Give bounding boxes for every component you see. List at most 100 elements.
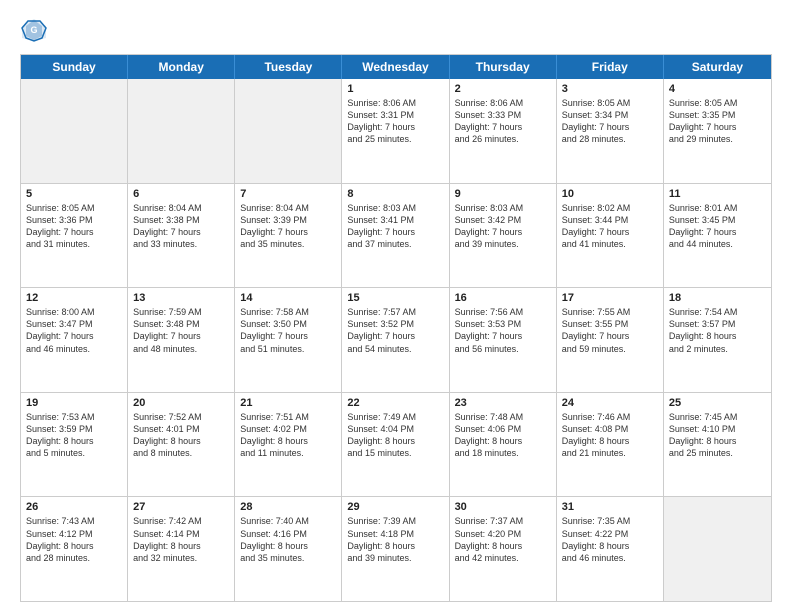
calendar-row-5: 26 Sunrise: 7:43 AM Sunset: 4:12 PM Dayli… [21,496,771,601]
calendar-cell-day-25: 25 Sunrise: 7:45 AM Sunset: 4:10 PM Dayli… [664,393,771,497]
calendar-cell-empty [21,79,128,183]
page: G SundayMondayTuesdayWednesdayThursdayFr… [0,0,792,612]
day-info: Sunrise: 8:06 AM Sunset: 3:31 PM Dayligh… [347,97,443,146]
day-info: Sunrise: 7:54 AM Sunset: 3:57 PM Dayligh… [669,306,766,355]
day-number: 4 [669,83,766,95]
day-number: 11 [669,188,766,200]
day-info: Sunrise: 7:40 AM Sunset: 4:16 PM Dayligh… [240,515,336,564]
day-number: 23 [455,397,551,409]
calendar-cell-day-17: 17Sunrise: 7:55 AM Sunset: 3:55 PM Dayli… [557,288,664,392]
day-number: 7 [240,188,336,200]
weekday-header-monday: Monday [128,55,235,79]
calendar-cell-day-11: 11 Sunrise: 8:01 AM Sunset: 3:45 PM Dayli… [664,184,771,288]
day-info: Sunrise: 8:03 AM Sunset: 3:42 PM Dayligh… [455,202,551,251]
weekday-header-wednesday: Wednesday [342,55,449,79]
calendar-cell-day-30: 30 Sunrise: 7:37 AM Sunset: 4:20 PM Dayli… [450,497,557,601]
day-number: 30 [455,501,551,513]
day-info: Sunrise: 8:05 AM Sunset: 3:36 PM Dayligh… [26,202,122,251]
calendar-cell-day-22: 22 Sunrise: 7:49 AM Sunset: 4:04 PM Dayli… [342,393,449,497]
day-info: Sunrise: 8:05 AM Sunset: 3:34 PM Dayligh… [562,97,658,146]
weekday-header-saturday: Saturday [664,55,771,79]
day-number: 24 [562,397,658,409]
day-number: 10 [562,188,658,200]
day-number: 15 [347,292,443,304]
day-info: Sunrise: 8:04 AM Sunset: 3:38 PM Dayligh… [133,202,229,251]
day-info: Sunrise: 7:57 AM Sunset: 3:52 PM Dayligh… [347,306,443,355]
day-info: Sunrise: 7:52 AM Sunset: 4:01 PM Dayligh… [133,411,229,460]
logo-icon: G [20,16,48,44]
day-number: 16 [455,292,551,304]
day-info: Sunrise: 8:06 AM Sunset: 3:33 PM Dayligh… [455,97,551,146]
calendar-row-4: 19 Sunrise: 7:53 AM Sunset: 3:59 PM Dayli… [21,392,771,497]
day-info: Sunrise: 8:02 AM Sunset: 3:44 PM Dayligh… [562,202,658,251]
day-number: 18 [669,292,766,304]
day-number: 19 [26,397,122,409]
weekday-header-sunday: Sunday [21,55,128,79]
calendar-cell-day-28: 28 Sunrise: 7:40 AM Sunset: 4:16 PM Dayli… [235,497,342,601]
calendar-cell-day-3: 3Sunrise: 8:05 AM Sunset: 3:34 PM Daylig… [557,79,664,183]
calendar-cell-day-19: 19 Sunrise: 7:53 AM Sunset: 3:59 PM Dayli… [21,393,128,497]
day-info: Sunrise: 7:37 AM Sunset: 4:20 PM Dayligh… [455,515,551,564]
calendar-row-2: 5 Sunrise: 8:05 AM Sunset: 3:36 PM Daylig… [21,183,771,288]
day-info: Sunrise: 8:00 AM Sunset: 3:47 PM Dayligh… [26,306,122,355]
day-number: 8 [347,188,443,200]
calendar-cell-empty [235,79,342,183]
calendar-cell-day-15: 15 Sunrise: 7:57 AM Sunset: 3:52 PM Dayli… [342,288,449,392]
day-info: Sunrise: 7:39 AM Sunset: 4:18 PM Dayligh… [347,515,443,564]
calendar-cell-day-20: 20 Sunrise: 7:52 AM Sunset: 4:01 PM Dayli… [128,393,235,497]
day-info: Sunrise: 8:01 AM Sunset: 3:45 PM Dayligh… [669,202,766,251]
day-number: 14 [240,292,336,304]
day-number: 25 [669,397,766,409]
calendar-cell-day-2: 2Sunrise: 8:06 AM Sunset: 3:33 PM Daylig… [450,79,557,183]
day-number: 12 [26,292,122,304]
calendar-cell-day-23: 23 Sunrise: 7:48 AM Sunset: 4:06 PM Dayli… [450,393,557,497]
day-info: Sunrise: 7:45 AM Sunset: 4:10 PM Dayligh… [669,411,766,460]
calendar-cell-day-10: 10 Sunrise: 8:02 AM Sunset: 3:44 PM Dayli… [557,184,664,288]
day-info: Sunrise: 8:04 AM Sunset: 3:39 PM Dayligh… [240,202,336,251]
calendar-cell-day-14: 14Sunrise: 7:58 AM Sunset: 3:50 PM Dayli… [235,288,342,392]
day-info: Sunrise: 7:49 AM Sunset: 4:04 PM Dayligh… [347,411,443,460]
day-number: 17 [562,292,658,304]
day-info: Sunrise: 8:03 AM Sunset: 3:41 PM Dayligh… [347,202,443,251]
day-info: Sunrise: 8:05 AM Sunset: 3:35 PM Dayligh… [669,97,766,146]
day-number: 6 [133,188,229,200]
calendar-cell-day-26: 26 Sunrise: 7:43 AM Sunset: 4:12 PM Dayli… [21,497,128,601]
logo: G [20,16,52,44]
day-info: Sunrise: 7:42 AM Sunset: 4:14 PM Dayligh… [133,515,229,564]
calendar: SundayMondayTuesdayWednesdayThursdayFrid… [20,54,772,602]
calendar-cell-day-8: 8 Sunrise: 8:03 AM Sunset: 3:41 PM Daylig… [342,184,449,288]
calendar-cell-day-16: 16Sunrise: 7:56 AM Sunset: 3:53 PM Dayli… [450,288,557,392]
day-number: 20 [133,397,229,409]
day-number: 21 [240,397,336,409]
day-info: Sunrise: 7:43 AM Sunset: 4:12 PM Dayligh… [26,515,122,564]
day-number: 5 [26,188,122,200]
calendar-cell-day-6: 6 Sunrise: 8:04 AM Sunset: 3:38 PM Daylig… [128,184,235,288]
day-number: 29 [347,501,443,513]
calendar-cell-empty [664,497,771,601]
calendar-cell-day-18: 18 Sunrise: 7:54 AM Sunset: 3:57 PM Dayli… [664,288,771,392]
calendar-body: 1 Sunrise: 8:06 AM Sunset: 3:31 PM Daylig… [21,79,771,601]
day-info: Sunrise: 7:59 AM Sunset: 3:48 PM Dayligh… [133,306,229,355]
weekday-header-thursday: Thursday [450,55,557,79]
calendar-cell-day-12: 12 Sunrise: 8:00 AM Sunset: 3:47 PM Dayli… [21,288,128,392]
day-info: Sunrise: 7:53 AM Sunset: 3:59 PM Dayligh… [26,411,122,460]
calendar-cell-empty [128,79,235,183]
calendar-cell-day-29: 29 Sunrise: 7:39 AM Sunset: 4:18 PM Dayli… [342,497,449,601]
day-number: 13 [133,292,229,304]
calendar-cell-day-9: 9Sunrise: 8:03 AM Sunset: 3:42 PM Daylig… [450,184,557,288]
header: G [20,16,772,44]
calendar-cell-day-13: 13 Sunrise: 7:59 AM Sunset: 3:48 PM Dayli… [128,288,235,392]
day-number: 22 [347,397,443,409]
day-number: 1 [347,83,443,95]
day-number: 26 [26,501,122,513]
calendar-row-3: 12 Sunrise: 8:00 AM Sunset: 3:47 PM Dayli… [21,287,771,392]
weekday-header-tuesday: Tuesday [235,55,342,79]
day-info: Sunrise: 7:35 AM Sunset: 4:22 PM Dayligh… [562,515,658,564]
weekday-header-friday: Friday [557,55,664,79]
svg-text:G: G [30,25,37,35]
calendar-cell-day-4: 4 Sunrise: 8:05 AM Sunset: 3:35 PM Daylig… [664,79,771,183]
calendar-cell-day-5: 5 Sunrise: 8:05 AM Sunset: 3:36 PM Daylig… [21,184,128,288]
day-number: 28 [240,501,336,513]
day-info: Sunrise: 7:48 AM Sunset: 4:06 PM Dayligh… [455,411,551,460]
calendar-cell-day-1: 1 Sunrise: 8:06 AM Sunset: 3:31 PM Daylig… [342,79,449,183]
